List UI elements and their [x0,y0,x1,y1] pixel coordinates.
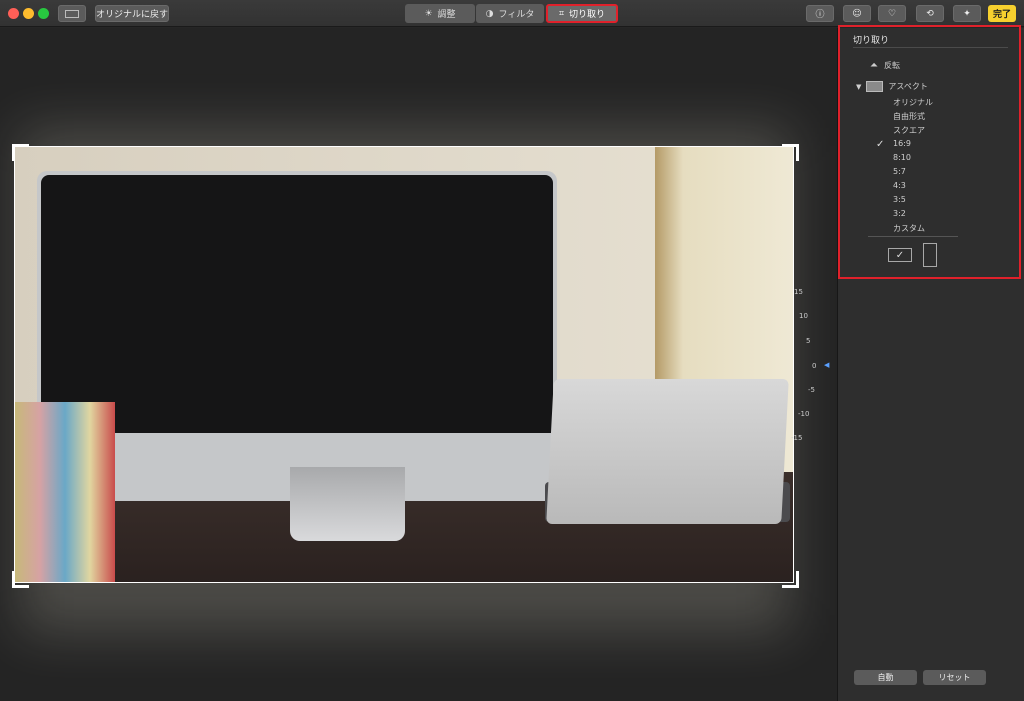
reset-button[interactable]: リセット [923,670,986,685]
rotate-button[interactable]: ⟲ [916,5,944,22]
dial-tick-label: -5 [808,386,815,394]
aspect-option[interactable]: 3:2 [893,209,906,218]
minimize-window-button[interactable] [23,8,34,19]
tab-filter[interactable]: ◑ フィルタ [476,4,544,23]
photo-laptop [546,379,789,524]
favorite-button[interactable]: ♡ [878,5,906,22]
filter-icon: ◑ [485,8,494,19]
dial-pointer-icon: ◀ [824,361,830,369]
flip-icon: ⏶ [870,60,878,71]
sidebar-divider [853,47,1008,48]
info-button[interactable]: ⓘ [806,5,834,22]
aspect-option[interactable]: オリジナル [893,97,933,108]
heart-icon: ♡ [887,8,897,19]
dial-tick-label: -10 [798,410,810,418]
photo-imac-stand [290,467,405,541]
close-window-button[interactable] [8,8,19,19]
crop-handle-top-right[interactable] [782,144,799,161]
photo-canvas: 15 10 5 0 ◀ -5 -10 -15 [0,28,837,701]
face-icon: ☺ [852,8,862,19]
dial-tick-label: 15 [794,288,803,296]
crop-handle-bottom-left[interactable] [12,571,29,588]
done-label: 完了 [992,10,1011,20]
info-icon: ⓘ [815,10,825,20]
dial-tick-label: 5 [806,337,811,345]
aspect-option[interactable]: 4:3 [893,181,906,190]
magic-wand-icon: ✦ [963,8,971,19]
aspect-divider [868,236,958,237]
aspect-option[interactable]: 5:7 [893,167,906,176]
crop-panel-highlight [838,25,1021,279]
flip-button[interactable]: ⏶ 反転 [870,60,900,71]
sidebar-title: 切り取り [853,36,890,46]
portrait-orientation-button[interactable] [923,243,937,267]
aspect-option[interactable]: 8:10 [893,153,911,162]
done-button[interactable]: 完了 [988,5,1016,22]
revert-to-original-button[interactable]: オリジナルに戻す [95,5,169,22]
tab-adjust-label: 調整 [437,10,456,20]
zoom-window-button[interactable] [38,8,49,19]
aspect-option-selected[interactable]: 16:9 [893,139,911,148]
tab-crop[interactable]: ⌗ 切り取り [546,4,618,23]
dial-tick-label: 10 [799,312,808,320]
dial-tick-label: 0 [812,362,817,370]
landscape-orientation-button[interactable]: ✓ [888,248,912,262]
tab-adjust[interactable]: ☀ 調整 [405,4,475,23]
crop-handle-top-left[interactable] [12,144,29,161]
photo-books [15,402,115,582]
enhance-button[interactable]: ✦ [953,5,981,22]
crop-icon: ⌗ [558,8,565,19]
sidebar-toggle-button[interactable] [58,5,86,22]
auto-label: 自動 [877,673,894,682]
revert-label: オリジナルに戻す [96,10,169,20]
face-button[interactable]: ☺ [843,5,871,22]
reset-label: リセット [938,673,971,682]
dial-tick-label: -15 [791,434,803,442]
aspect-option[interactable]: カスタム [893,223,925,234]
auto-button[interactable]: 自動 [854,670,917,685]
flip-label: 反転 [884,61,900,70]
aspect-option[interactable]: スクエア [893,125,925,136]
aspect-icon [866,81,884,92]
photo-imac [37,171,557,501]
tab-crop-label: 切り取り [569,10,606,20]
sun-icon: ☀ [424,8,433,19]
aspect-option[interactable]: 3:5 [893,195,906,204]
photo-image[interactable] [14,146,794,583]
checkmark-icon: ✓ [876,139,885,150]
sidebar-toggle-icon [65,9,79,18]
rotate-icon: ⟲ [926,8,934,19]
aspect-label: アスペクト [888,82,928,91]
photo-imac-screen [41,175,553,433]
crop-handle-bottom-right[interactable] [782,571,799,588]
aspect-disclosure[interactable]: ▼ アスペクト [856,81,928,92]
aspect-option[interactable]: 自由形式 [893,111,925,122]
tab-filter-label: フィルタ [498,10,535,20]
disclosure-triangle-icon: ▼ [856,82,862,91]
landscape-check-icon: ✓ [895,249,905,261]
straighten-dial[interactable]: 15 10 5 0 ◀ -5 -10 -15 [790,278,830,468]
